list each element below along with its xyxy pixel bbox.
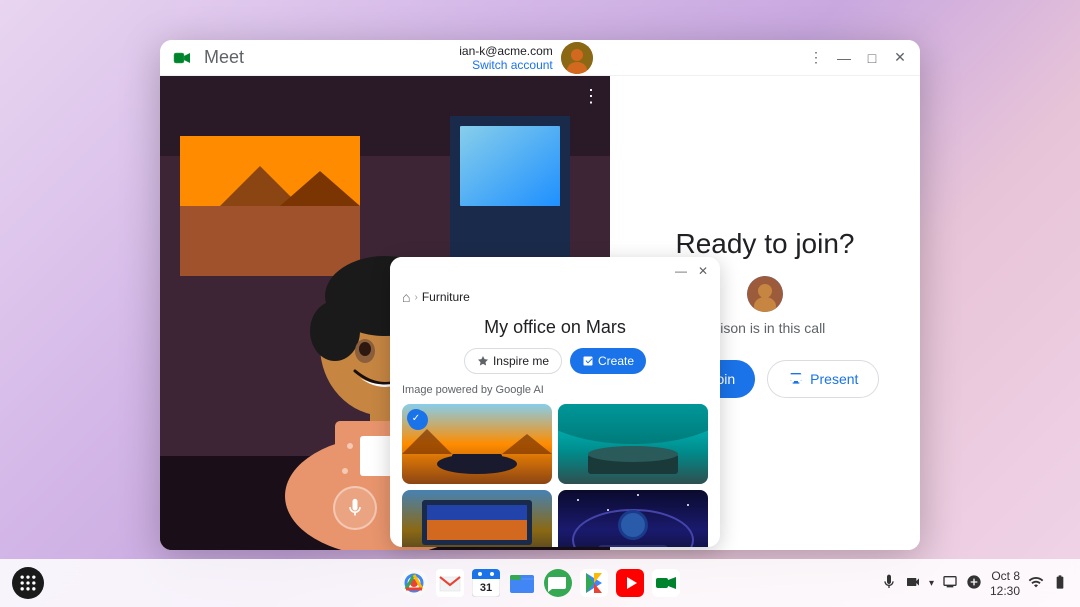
- desktop: Meet ian-k@acme.com Switch account: [0, 0, 1080, 607]
- launcher-button[interactable]: [12, 567, 44, 599]
- caller-avatar-image: [747, 276, 783, 312]
- action-buttons: Inspire me Create: [402, 348, 708, 374]
- floating-panel-controls: — ✕: [674, 264, 710, 278]
- tray-expand-button[interactable]: ▾: [929, 578, 934, 589]
- taskbar: 31: [0, 559, 1080, 607]
- youtube-app-icon[interactable]: [614, 567, 646, 599]
- avatar-image: [561, 42, 593, 74]
- meet-logo-icon: [172, 46, 196, 70]
- generated-images-grid: ✓: [402, 404, 708, 547]
- image-powered-label: Image powered by Google AI: [402, 384, 708, 396]
- account-info: ian-k@acme.com Switch account: [459, 44, 553, 72]
- screen-icon: [942, 574, 958, 590]
- home-icon[interactable]: ⌂: [402, 289, 410, 305]
- close-button[interactable]: ✕: [892, 50, 908, 66]
- inspire-label: Inspire me: [493, 354, 549, 368]
- floating-panel-titlebar: — ✕: [390, 257, 720, 285]
- maximize-button[interactable]: □: [864, 50, 880, 66]
- floating-minimize-button[interactable]: —: [674, 264, 688, 278]
- battery-icon[interactable]: [1052, 574, 1068, 593]
- create-button[interactable]: Create: [570, 348, 646, 374]
- taskbar-left: [12, 567, 44, 599]
- mic-icon: [881, 574, 897, 590]
- floating-close-button[interactable]: ✕: [696, 264, 710, 278]
- battery-status-icon: [1052, 574, 1068, 590]
- account-email: ian-k@acme.com: [459, 44, 553, 58]
- meet-taskbar-icon: [652, 569, 680, 597]
- breadcrumb-item[interactable]: Furniture: [422, 290, 470, 304]
- chrome-icon: [400, 569, 428, 597]
- selected-checkmark: ✓: [407, 409, 425, 427]
- files-app-icon[interactable]: [506, 567, 538, 599]
- generated-image-1[interactable]: ✓: [402, 404, 552, 484]
- playstore-icon: [580, 569, 608, 597]
- caller-info-text: Allison is in this call: [705, 320, 826, 336]
- mars-image-4: [558, 490, 708, 547]
- meet-app-icon[interactable]: [650, 567, 682, 599]
- taskbar-tray: ▾ Oct 8 12:30: [881, 569, 1068, 598]
- more-options-button[interactable]: ⋮: [808, 50, 824, 66]
- title-input[interactable]: My office on Mars: [402, 317, 708, 338]
- create-label: Create: [598, 354, 634, 368]
- camera-more-button[interactable]: ⋮: [582, 86, 600, 107]
- account-area: ian-k@acme.com Switch account: [459, 42, 593, 74]
- generated-image-2[interactable]: [558, 404, 708, 484]
- inspire-icon: [477, 355, 489, 367]
- window-logo-area: Meet: [172, 46, 244, 70]
- add-icon: [966, 574, 982, 590]
- panel-content: My office on Mars Inspire me Create Imag: [390, 309, 720, 547]
- gmail-icon: [436, 569, 464, 597]
- create-icon: [582, 355, 594, 367]
- time-display: 12:30: [990, 584, 1020, 598]
- chat-app-icon[interactable]: [542, 567, 574, 599]
- taskbar-apps: 31: [398, 567, 682, 599]
- breadcrumb-separator: ›: [414, 292, 417, 303]
- present-icon: [788, 371, 804, 387]
- camera-tray-icon: [905, 574, 921, 590]
- mars-image-3: [402, 490, 552, 547]
- launcher-icon: [18, 573, 38, 593]
- microphone-toggle-button[interactable]: [333, 486, 377, 530]
- generated-image-3[interactable]: [402, 490, 552, 547]
- image-generator-panel: — ✕ ⌂ › Furniture My office on Mars Insp…: [390, 257, 720, 547]
- calendar-icon: 31: [472, 569, 500, 597]
- system-clock[interactable]: Oct 8 12:30: [990, 569, 1020, 598]
- calendar-app-icon[interactable]: 31: [470, 567, 502, 599]
- mic-icon: [345, 498, 365, 518]
- present-label: Present: [810, 371, 858, 387]
- playstore-app-icon[interactable]: [578, 567, 610, 599]
- minimize-button[interactable]: —: [836, 50, 852, 66]
- wifi-icon[interactable]: [1028, 574, 1044, 593]
- switch-account-link[interactable]: Switch account: [459, 58, 553, 72]
- camera-tray-icon[interactable]: [905, 574, 921, 593]
- caller-avatar: [747, 276, 783, 312]
- inspire-me-button[interactable]: Inspire me: [464, 348, 562, 374]
- generated-image-4[interactable]: [558, 490, 708, 547]
- wifi-status-icon: [1028, 574, 1044, 590]
- add-tray-button[interactable]: [966, 574, 982, 593]
- files-icon: [508, 569, 536, 597]
- screen-capture-icon[interactable]: [942, 574, 958, 593]
- youtube-icon: [616, 569, 644, 597]
- mic-tray-icon[interactable]: [881, 574, 897, 593]
- chrome-app-icon[interactable]: [398, 567, 430, 599]
- gmail-app-icon[interactable]: [434, 567, 466, 599]
- chat-icon: [544, 569, 572, 597]
- account-avatar[interactable]: [561, 42, 593, 74]
- ready-title: Ready to join?: [675, 228, 854, 260]
- window-controls: ⋮ — □ ✕: [808, 50, 908, 66]
- breadcrumb: ⌂ › Furniture: [390, 285, 720, 309]
- date-display: Oct 8: [991, 569, 1020, 583]
- mars-image-2: [558, 404, 708, 484]
- svg-text:31: 31: [480, 582, 492, 594]
- app-title: Meet: [204, 47, 244, 68]
- present-button[interactable]: Present: [767, 360, 879, 398]
- window-titlebar: Meet ian-k@acme.com Switch account: [160, 40, 920, 76]
